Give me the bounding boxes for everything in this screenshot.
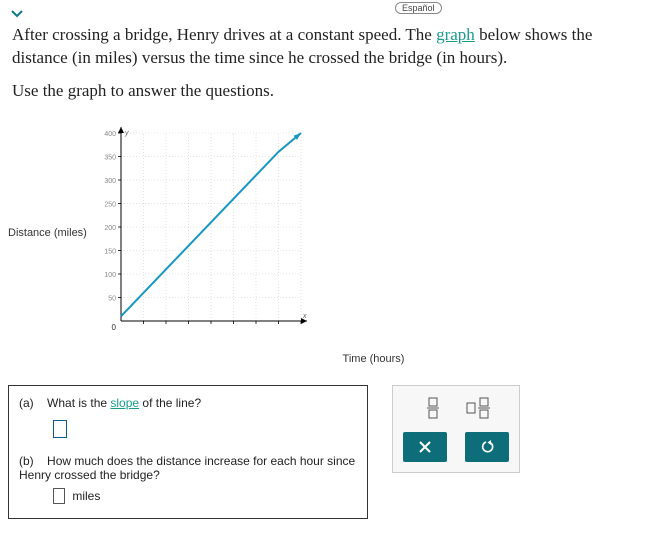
- graph-link[interactable]: graph: [436, 25, 475, 44]
- problem-instruction: Use the graph to answer the questions.: [12, 80, 640, 103]
- x-axis-label: Time (hours): [103, 353, 644, 365]
- question-a-text-pre: What is the: [47, 396, 110, 410]
- svg-text:200: 200: [104, 225, 116, 232]
- answer-b-input[interactable]: [53, 488, 65, 504]
- y-axis-label: Distance (miles): [8, 227, 87, 239]
- fraction-stacked-icon[interactable]: [419, 396, 447, 420]
- svg-text:250: 250: [104, 201, 116, 208]
- chart: 50 100 150 200 250 300 350 400 0 y x: [93, 123, 313, 343]
- svg-text:150: 150: [104, 248, 116, 255]
- question-b-text: How much does the distance increase for …: [19, 454, 355, 482]
- svg-text:y: y: [124, 130, 129, 137]
- problem-text-1: After crossing a bridge, Henry drives at…: [12, 25, 436, 44]
- problem-statement: After crossing a bridge, Henry drives at…: [12, 24, 640, 70]
- mixed-fraction-icon[interactable]: [465, 396, 493, 420]
- question-a-label: (a): [19, 396, 34, 410]
- reset-button[interactable]: [465, 432, 509, 462]
- clear-button[interactable]: [403, 432, 447, 462]
- svg-text:0: 0: [111, 323, 116, 332]
- collapse-chevron-icon[interactable]: [8, 4, 26, 22]
- slope-link[interactable]: slope: [110, 396, 139, 410]
- answer-a-input[interactable]: [53, 420, 67, 438]
- tools-panel: [392, 385, 520, 473]
- questions-panel: (a) What is the slope of the line? (b) H…: [8, 385, 368, 519]
- svg-text:100: 100: [104, 272, 116, 279]
- answer-b-unit: miles: [72, 489, 100, 503]
- svg-text:400: 400: [104, 131, 116, 138]
- espanol-button[interactable]: Español: [395, 2, 442, 14]
- svg-text:50: 50: [108, 295, 116, 302]
- question-a-text-post: of the line?: [139, 396, 201, 410]
- svg-text:x: x: [302, 313, 307, 320]
- svg-text:300: 300: [104, 178, 116, 185]
- question-b-label: (b): [19, 454, 34, 468]
- svg-text:350: 350: [104, 154, 116, 161]
